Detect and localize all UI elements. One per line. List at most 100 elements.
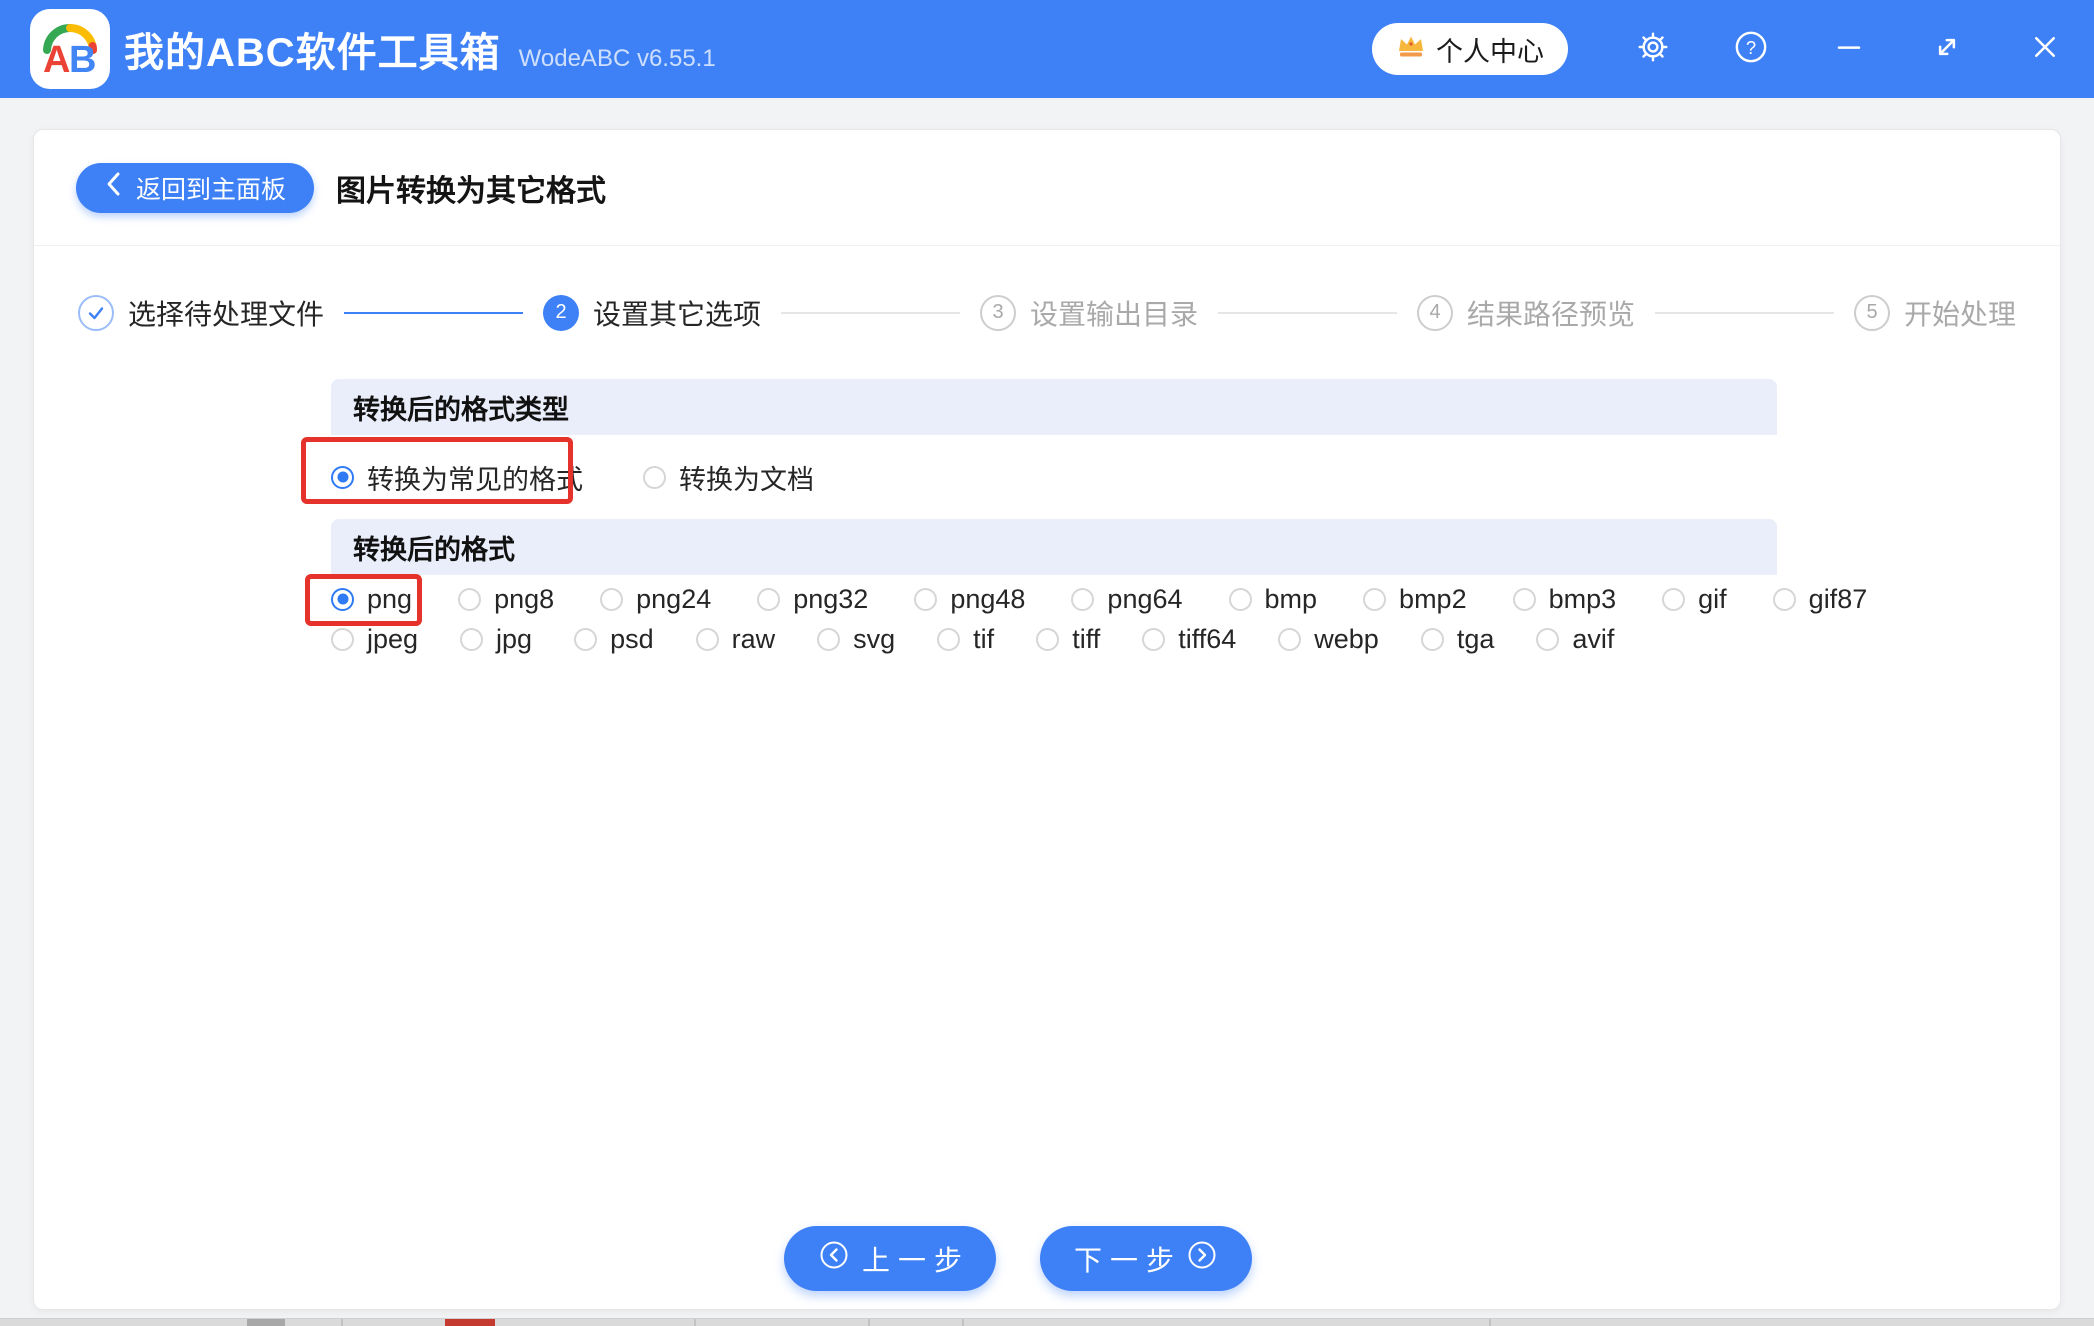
- radio-convert-to-document[interactable]: 转换为文档: [643, 458, 814, 497]
- radio-unselected-icon: [817, 627, 841, 651]
- next-step-label: 下一步: [1074, 1244, 1183, 1276]
- radio-label: webp: [1314, 623, 1379, 654]
- radio-format-png64[interactable]: png64: [1071, 584, 1183, 615]
- radio-unselected-icon: [643, 465, 666, 489]
- circle-arrow-left-icon: [818, 1239, 850, 1278]
- minimize-icon: [1834, 32, 1864, 67]
- minimize-button[interactable]: [1800, 0, 1898, 98]
- radio-unselected-icon: [458, 587, 482, 611]
- radio-unselected-icon: [1071, 587, 1095, 611]
- step-4-number: 4: [1417, 294, 1453, 331]
- window-controls: ?: [1604, 0, 2094, 98]
- strip-segment-gray: [247, 1319, 285, 1326]
- radio-format-jpg[interactable]: jpg: [460, 624, 532, 655]
- wizard-nav-buttons: 上一步 下一步: [34, 1226, 2060, 1291]
- radio-unselected-icon: [695, 627, 719, 651]
- radio-format-bmp[interactable]: bmp: [1228, 583, 1318, 615]
- radio-unselected-icon: [1772, 587, 1796, 611]
- radio-label: gif87: [1808, 583, 1868, 614]
- radio-label: png24: [636, 583, 712, 614]
- radio-format-avif[interactable]: avif: [1536, 624, 1614, 655]
- step-3-number: 3: [980, 294, 1016, 331]
- radio-unselected-icon: [757, 587, 781, 611]
- step-4-path-preview: 4 结果路径预览: [1417, 293, 1635, 333]
- strip-divider: [694, 1319, 696, 1326]
- radio-format-tiff[interactable]: tiff: [1036, 624, 1100, 655]
- background-window-edge: [0, 1318, 2094, 1326]
- radio-label: png: [367, 583, 413, 614]
- radio-format-gif[interactable]: gif: [1662, 584, 1727, 615]
- step-2-number: 2: [543, 294, 579, 331]
- radio-format-png48[interactable]: png48: [914, 584, 1025, 615]
- help-button[interactable]: ?: [1702, 0, 1800, 98]
- radio-format-png24[interactable]: png24: [600, 584, 711, 615]
- crown-icon: [1396, 33, 1426, 66]
- radio-format-tif[interactable]: tif: [937, 624, 994, 655]
- radio-label: tiff: [1072, 623, 1101, 654]
- svg-text:A: A: [43, 39, 70, 81]
- strip-divider: [868, 1319, 870, 1326]
- radio-format-png32[interactable]: png32: [757, 584, 868, 615]
- radio-format-svg[interactable]: svg: [817, 624, 895, 655]
- radio-format-bmp2[interactable]: bmp2: [1363, 584, 1467, 615]
- app-title: 我的ABC软件工具箱: [124, 31, 501, 75]
- wizard-card: 返回到主面板 图片转换为其它格式 选择待处理文件 2 设置其它选项 3 设置输出…: [33, 129, 2061, 1310]
- radio-unselected-icon: [574, 627, 598, 651]
- radio-unselected-icon: [914, 587, 938, 611]
- radio-unselected-icon: [600, 587, 624, 611]
- radio-format-jpeg[interactable]: jpeg: [331, 624, 418, 655]
- radio-unselected-icon: [460, 627, 484, 651]
- radio-label: bmp: [1264, 583, 1318, 614]
- radio-convert-common-format[interactable]: 转换为常见的格式: [331, 458, 583, 497]
- format-type-options: 转换为常见的格式 转换为文档: [331, 435, 1777, 519]
- step-connector: [1218, 311, 1397, 314]
- radio-label: svg: [853, 623, 896, 654]
- personal-center-button[interactable]: 个人中心: [1372, 23, 1568, 75]
- close-icon: [2030, 32, 2060, 67]
- radio-unselected-icon: [1512, 587, 1536, 611]
- options-area: 转换后的格式类型 转换为常见的格式 转换为文档 转换后的格式 png png8 …: [301, 379, 1867, 659]
- prev-step-button[interactable]: 上一步: [783, 1226, 996, 1291]
- section-header-format: 转换后的格式: [331, 519, 1777, 575]
- radio-label: gif: [1698, 583, 1727, 614]
- step-connector: [344, 311, 523, 314]
- radio-format-tga[interactable]: tga: [1420, 624, 1494, 655]
- section-title: 转换后的格式: [353, 534, 515, 565]
- step-3-output-dir: 3 设置输出目录: [980, 293, 1198, 333]
- format-options-row1: png png8 png24 png32 png48 png64 bmp bmp…: [331, 575, 1867, 619]
- radio-format-png[interactable]: png: [331, 584, 412, 615]
- step-2-options: 2 设置其它选项: [543, 293, 761, 333]
- next-step-button[interactable]: 下一步: [1040, 1226, 1253, 1291]
- step-2-label: 设置其它选项: [593, 298, 762, 330]
- circle-arrow-right-icon: [1186, 1239, 1218, 1278]
- strip-divider: [341, 1319, 343, 1326]
- radio-label: tif: [973, 623, 995, 654]
- settings-button[interactable]: [1604, 0, 1702, 98]
- chevron-left-icon: [104, 171, 122, 204]
- maximize-button[interactable]: [1898, 0, 1996, 98]
- page-title: 图片转换为其它格式: [336, 174, 607, 208]
- radio-format-webp[interactable]: webp: [1278, 624, 1379, 655]
- strip-divider: [962, 1319, 964, 1326]
- svg-text:B: B: [69, 39, 96, 81]
- radio-label: bmp3: [1548, 583, 1617, 614]
- step-4-label: 结果路径预览: [1467, 298, 1636, 330]
- radio-format-bmp3[interactable]: bmp3: [1512, 583, 1617, 615]
- step-1-label: 选择待处理文件: [128, 298, 325, 330]
- radio-format-gif87[interactable]: gif87: [1772, 583, 1868, 615]
- radio-label: png32: [793, 583, 869, 614]
- titlebar: A B 我的ABC软件工具箱 WodeABC v6.55.1 个人中心 ?: [0, 0, 2094, 98]
- format-options-row2: jpeg jpg psd raw svg tif tiff tiff64 web…: [331, 619, 1777, 659]
- radio-format-psd[interactable]: psd: [574, 624, 654, 655]
- radio-unselected-icon: [331, 627, 354, 651]
- radio-selected-icon: [331, 465, 354, 489]
- back-to-main-button[interactable]: 返回到主面板: [76, 162, 315, 213]
- radio-unselected-icon: [1662, 587, 1686, 611]
- radio-format-png8[interactable]: png8: [458, 584, 554, 615]
- radio-label: png48: [950, 583, 1026, 614]
- step-indicator: 选择待处理文件 2 设置其它选项 3 设置输出目录 4 结果路径预览 5 开始处…: [34, 246, 2060, 379]
- radio-label: 转换为常见的格式: [367, 464, 583, 495]
- close-button[interactable]: [1996, 0, 2094, 98]
- radio-format-raw[interactable]: raw: [695, 624, 775, 655]
- radio-format-tiff64[interactable]: tiff64: [1142, 624, 1236, 655]
